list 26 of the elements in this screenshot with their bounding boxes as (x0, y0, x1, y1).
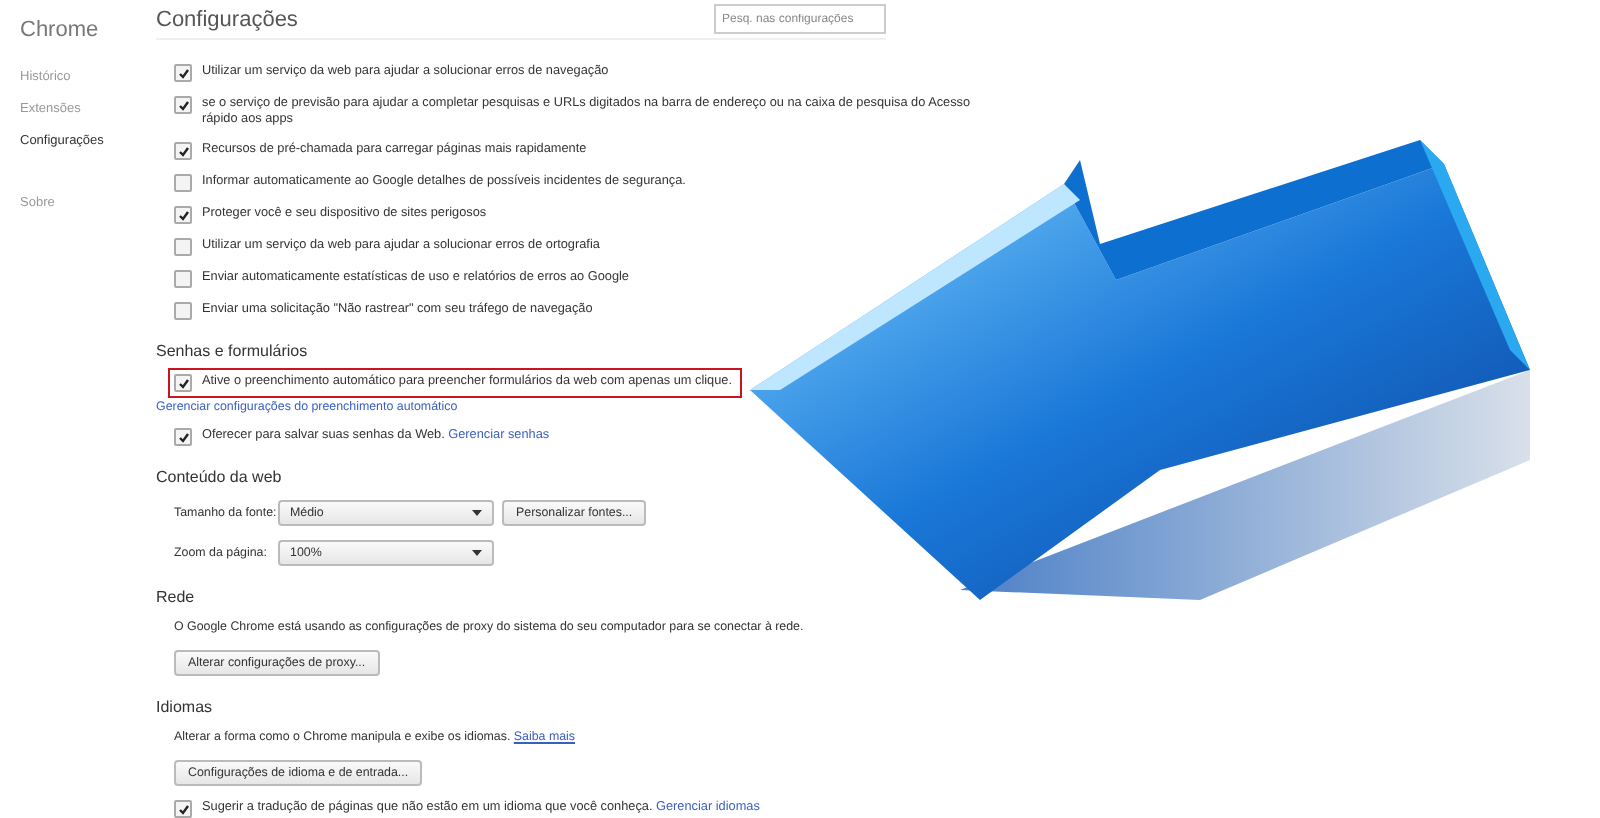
check-icon (177, 99, 189, 111)
check-icon (177, 209, 189, 221)
section-heading: Conteúdo da web (156, 468, 284, 486)
checkbox[interactable] (174, 238, 192, 256)
check-icon (177, 145, 189, 157)
checkbox[interactable] (174, 96, 192, 114)
checkbox[interactable] (174, 428, 192, 446)
checkbox[interactable] (174, 142, 192, 160)
checkbox[interactable] (174, 174, 192, 192)
check-icon (177, 431, 189, 443)
caret-icon (472, 550, 482, 556)
section-heading: Senhas e formulários (156, 342, 310, 360)
check-icon (177, 377, 189, 389)
checkbox[interactable] (174, 800, 192, 818)
section-heading: Rede (156, 588, 197, 606)
checkbox[interactable] (174, 374, 192, 392)
checkbox[interactable] (174, 270, 192, 288)
check-icon (177, 67, 189, 79)
page-title: Configurações (156, 7, 298, 31)
section-heading: Idiomas (156, 698, 215, 716)
checkbox[interactable] (174, 64, 192, 82)
checkbox[interactable] (174, 302, 192, 320)
check-icon (177, 803, 189, 815)
checkbox[interactable] (174, 206, 192, 224)
app-title: Chrome (18, 18, 101, 42)
caret-icon (472, 510, 482, 516)
